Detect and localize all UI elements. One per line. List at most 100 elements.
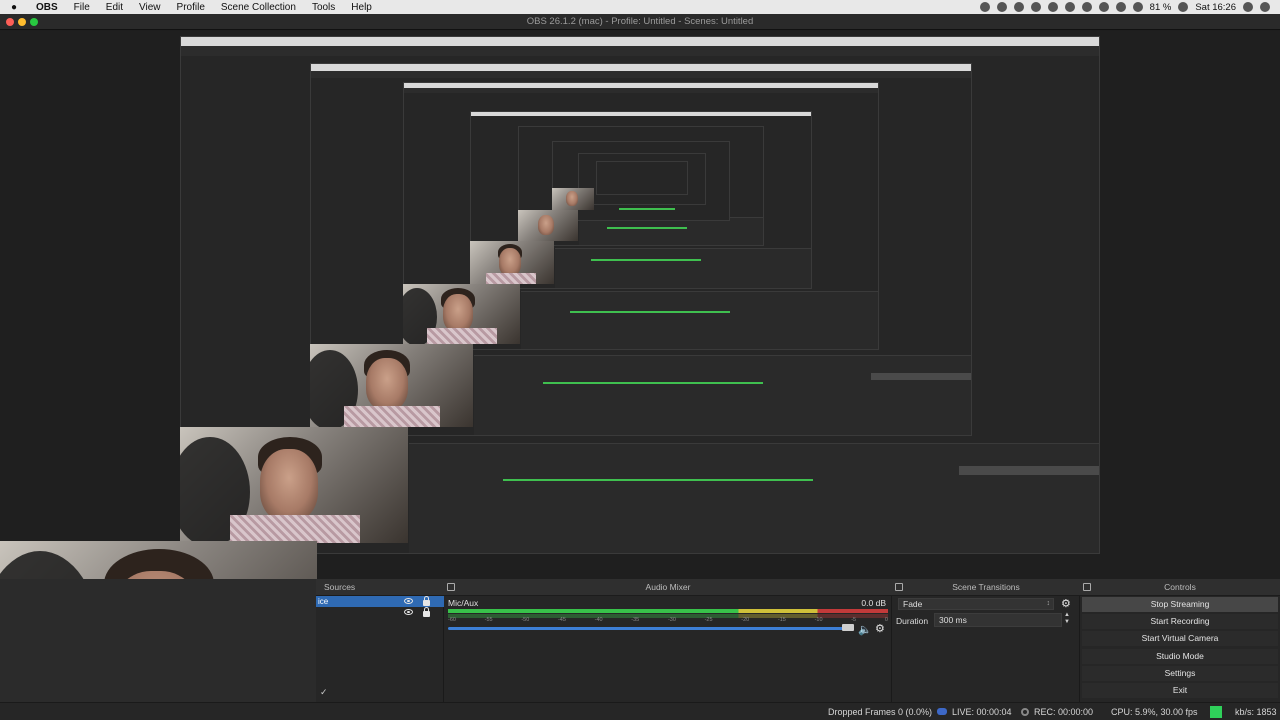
control-center-icon[interactable] (1260, 2, 1270, 12)
cpu-fps: CPU: 5.9%, 30.00 fps (1111, 707, 1198, 717)
nested-docks-2 (474, 355, 971, 435)
live-time: LIVE: 00:00:04 (952, 707, 1012, 717)
volume-icon[interactable] (1132, 2, 1143, 12)
menu-tools[interactable]: Tools (304, 2, 343, 13)
input-source-icon[interactable] (1064, 2, 1075, 12)
menubar-status-area: 81 % Sat 16:26 (979, 0, 1280, 14)
dock-float-icon[interactable] (895, 583, 903, 591)
bluetooth-icon[interactable] (1098, 2, 1109, 12)
meter-scale: -60 -55 -50 -45 -40 -35 -30 -25 -20 -15 … (448, 617, 888, 625)
controls-dock: Controls Stop Streaming Start Recording … (1080, 579, 1280, 702)
scale-tick: -40 (594, 617, 603, 623)
window-title-bar: OBS 26.1.2 (mac) - Profile: Untitled - S… (0, 14, 1280, 30)
nested-docks-5 (579, 217, 763, 245)
nested-meter-3 (570, 311, 730, 313)
scene-transitions-header: Scene Transitions (892, 579, 1080, 596)
duration-input[interactable]: 300 ms (934, 613, 1062, 627)
audio-mixer-header: Audio Mixer (444, 579, 892, 596)
stop-streaming-button[interactable]: Stop Streaming (1082, 597, 1278, 612)
status-bar: Dropped Frames 0 (0.0%) LIVE: 00:00:04 R… (0, 702, 1280, 720)
menubar-clock[interactable]: Sat 16:26 (1195, 2, 1236, 13)
nested-meter-6 (619, 208, 675, 210)
settings-button[interactable]: Settings (1082, 666, 1278, 681)
transition-select[interactable]: Fade ↕ (898, 598, 1054, 610)
zoom-window-button[interactable] (30, 18, 38, 26)
gauge-icon[interactable] (1030, 2, 1041, 12)
nested-titlebar-2 (311, 71, 971, 78)
scale-tick: -35 (631, 617, 640, 623)
scale-tick: 0 (884, 617, 888, 623)
menu-app-obs[interactable]: OBS (28, 2, 66, 13)
obs-status-icon[interactable] (979, 2, 990, 12)
minimize-window-button[interactable] (18, 18, 26, 26)
scale-tick: -15 (777, 617, 786, 623)
nested-active-button-1 (959, 466, 1099, 475)
window-title: OBS 26.1.2 (mac) - Profile: Untitled - S… (526, 16, 754, 27)
keyboard-icon[interactable] (1081, 2, 1092, 12)
mixer-settings-gear-icon[interactable]: ⚙ (875, 622, 885, 635)
menu-view[interactable]: View (131, 2, 169, 13)
start-recording-button[interactable]: Start Recording (1082, 614, 1278, 629)
scale-tick: -45 (557, 617, 566, 623)
controls-title: Controls (1164, 582, 1196, 592)
lock-icon[interactable] (423, 596, 430, 606)
audio-mixer-dock: Audio Mixer Mic/Aux 0.0 dB -60 -55 -50 -… (444, 579, 892, 702)
nested-titlebar-3 (404, 88, 878, 93)
duration-value: 300 ms (939, 615, 967, 625)
visibility-eye-icon[interactable] (404, 609, 413, 615)
dock-float-icon[interactable] (1083, 583, 1091, 591)
live-indicator-icon (937, 708, 947, 715)
sources-dock-title: Sources (324, 582, 356, 592)
scale-tick: -20 (741, 617, 750, 623)
spotlight-search-icon[interactable] (1243, 2, 1253, 12)
nested-active-button-2 (871, 373, 971, 380)
visibility-eye-icon[interactable] (404, 598, 413, 604)
menu-file[interactable]: File (66, 2, 98, 13)
source-item[interactable]: ice (316, 596, 444, 607)
audio-meter-top (448, 609, 888, 613)
bitrate: kb/s: 1853 (1235, 707, 1277, 717)
menu-help[interactable]: Help (343, 2, 380, 13)
menu-edit[interactable]: Edit (98, 2, 131, 13)
scale-tick: -30 (667, 617, 676, 623)
checkmark-icon[interactable]: ✓ (320, 687, 328, 698)
record-indicator-icon (1021, 708, 1029, 716)
transition-settings-gear-icon[interactable]: ⚙ (1061, 597, 1071, 610)
start-virtual-camera-button[interactable]: Start Virtual Camera (1082, 631, 1278, 646)
sources-dock: Sources ice ✓ (316, 579, 444, 702)
nested-webcam-2 (310, 344, 473, 427)
duration-stepper-icon[interactable]: ▲ ▼ (1064, 612, 1070, 626)
speaker-mute-icon[interactable]: 🔈 (858, 623, 872, 636)
nested-frame-8 (596, 161, 688, 195)
battery-icon[interactable] (1178, 2, 1189, 12)
lock-icon[interactable] (423, 607, 430, 617)
exit-button[interactable]: Exit (1082, 683, 1278, 698)
nested-webcam-6 (552, 188, 594, 210)
battery-percent[interactable]: 81 % (1150, 2, 1172, 13)
bolt-icon[interactable] (1013, 2, 1024, 12)
studio-mode-button[interactable]: Studio Mode (1082, 649, 1278, 664)
transition-select-value: Fade (903, 599, 923, 609)
sources-dock-header: Sources (316, 579, 444, 596)
apple-menu-icon[interactable]: ● (0, 2, 28, 13)
volume-slider-track[interactable] (448, 627, 848, 630)
source-item[interactable] (316, 607, 444, 618)
display-icon[interactable] (1047, 2, 1058, 12)
menu-profile[interactable]: Profile (169, 2, 213, 13)
dropbox-icon[interactable] (996, 2, 1007, 12)
nested-docks-3 (521, 291, 878, 349)
close-window-button[interactable] (6, 18, 14, 26)
window-controls (6, 18, 38, 26)
wifi-icon[interactable] (1115, 2, 1126, 12)
nested-menubar-4 (471, 112, 811, 116)
nested-meter-2 (543, 382, 763, 384)
nested-docks-1 (409, 443, 1099, 553)
scale-tick: -50 (521, 617, 530, 623)
program-preview[interactable] (0, 31, 1280, 579)
dock-float-icon[interactable] (447, 583, 455, 591)
rec-time: REC: 00:00:00 (1034, 707, 1094, 717)
volume-slider-handle[interactable] (842, 624, 854, 631)
nested-meter-1 (503, 479, 813, 481)
menu-scene-collection[interactable]: Scene Collection (213, 2, 304, 13)
scene-transitions-title: Scene Transitions (952, 582, 1020, 592)
